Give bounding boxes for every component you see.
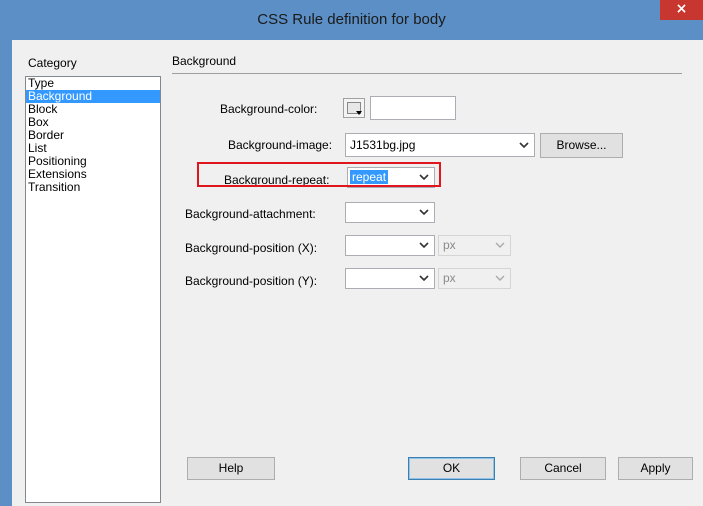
background-repeat-select[interactable]: repeat [347, 167, 435, 188]
help-button[interactable]: Help [187, 457, 275, 480]
background-position-y-select[interactable] [345, 268, 435, 289]
background-color-input[interactable] [370, 96, 456, 120]
background-color-label: Background-color: [220, 102, 318, 116]
background-image-label: Background-image: [228, 138, 333, 152]
position-x-unit-select: px [438, 235, 511, 256]
dialog-body: Category Type Background Block Box Borde… [12, 40, 703, 506]
close-button[interactable]: × [660, 0, 703, 20]
background-attachment-select[interactable] [345, 202, 435, 223]
panel-title: Background [172, 54, 237, 68]
title-bar: CSS Rule definition for body × [0, 0, 703, 40]
ok-button[interactable]: OK [408, 457, 495, 480]
category-label: Category [28, 56, 77, 70]
category-item-transition[interactable]: Transition [26, 181, 160, 194]
chevron-down-icon [493, 238, 507, 252]
background-position-y-label: Background-position (Y): [185, 274, 318, 288]
background-image-combo[interactable]: J1531bg.jpg [345, 133, 535, 157]
background-attachment-label: Background-attachment: [185, 207, 316, 221]
chevron-down-icon [493, 271, 507, 285]
browse-button[interactable]: Browse... [540, 133, 623, 158]
apply-button[interactable]: Apply [618, 457, 693, 480]
background-position-x-select[interactable] [345, 235, 435, 256]
cancel-button[interactable]: Cancel [520, 457, 606, 480]
dropdown-arrow-icon [356, 111, 362, 115]
chevron-down-icon [417, 238, 431, 252]
background-repeat-label: Background-repeat: [224, 173, 330, 187]
chevron-down-icon [417, 170, 431, 184]
background-position-x-label: Background-position (X): [185, 241, 318, 255]
window-title: CSS Rule definition for body [257, 11, 446, 28]
chevron-down-icon [417, 271, 431, 285]
close-icon: × [675, 1, 688, 17]
position-y-unit-select: px [438, 268, 511, 289]
chevron-down-icon [517, 138, 531, 152]
category-list[interactable]: Type Background Block Box Border List Po… [25, 76, 161, 503]
chevron-down-icon [417, 205, 431, 219]
color-picker-button[interactable] [343, 98, 365, 118]
panel-divider [172, 73, 682, 74]
